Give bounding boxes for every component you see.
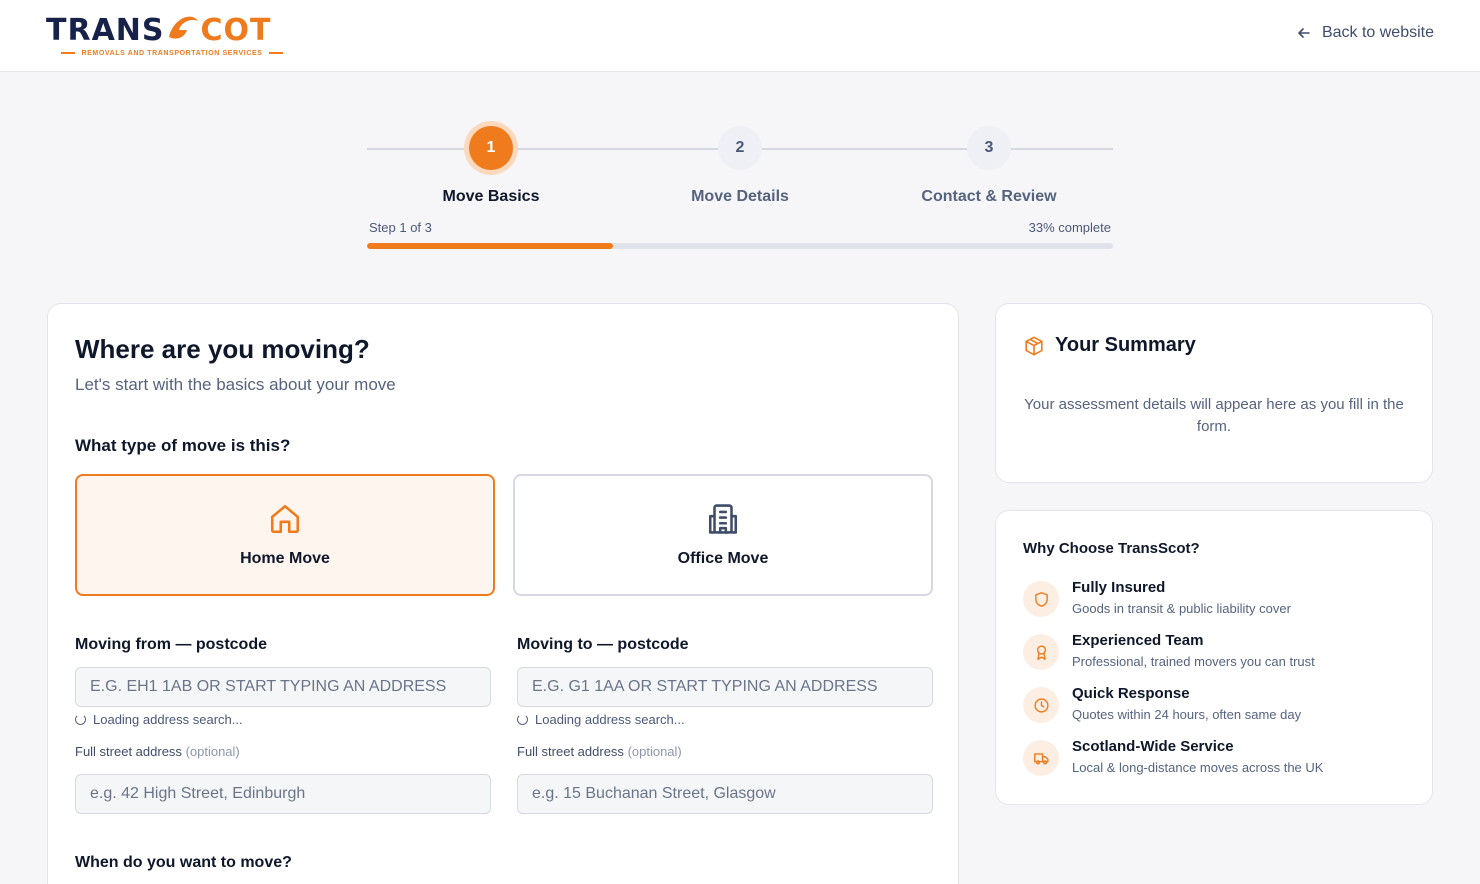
- progress-bar-fill: [367, 243, 614, 249]
- progress-bar: [367, 243, 1113, 249]
- why-item-scotland-wide: Scotland-Wide Service Local & long-dista…: [1023, 738, 1413, 784]
- form-subtitle: Let's start with the basics about your m…: [75, 375, 396, 394]
- step-label: Contact & Review: [921, 188, 1057, 205]
- why-item-fully-insured: Fully Insured Goods in transit & public …: [1023, 579, 1413, 625]
- spinner-icon: [75, 714, 86, 725]
- why-title: Why Choose TransScot?: [1023, 540, 1200, 557]
- step-contact-review[interactable]: 3 Contact & Review: [889, 118, 1089, 206]
- award-icon: [1023, 634, 1059, 670]
- back-link-label: Back to website: [1321, 24, 1434, 41]
- summary-header: Your Summary: [1023, 334, 1196, 357]
- why-item-name: Quick Response: [1072, 685, 1190, 702]
- logo-swoosh-icon: [168, 16, 198, 39]
- step-move-details[interactable]: 2 Move Details: [640, 118, 840, 206]
- move-basics-form-card: Where are you moving? Let's start with t…: [47, 303, 959, 884]
- summary-title: Your Summary: [1055, 334, 1196, 356]
- why-item-desc: Professional, trained movers you can tru…: [1072, 654, 1315, 669]
- why-choose-card: Why Choose TransScot? Fully Insured Good…: [995, 510, 1433, 805]
- step-label: Move Details: [691, 188, 789, 205]
- logo-tagline: REMOVALS AND TRANSPORTATION SERVICES: [52, 50, 292, 57]
- home-move-label: Home Move: [240, 550, 330, 567]
- building-icon: [708, 504, 738, 534]
- summary-card: Your Summary Your assessment details wil…: [995, 303, 1433, 483]
- arrow-left-icon: [1298, 28, 1310, 38]
- move-type-question: What type of move is this?: [75, 436, 291, 455]
- why-item-experienced-team: Experienced Team Professional, trained m…: [1023, 632, 1413, 678]
- to-street-label-text: Full street address: [517, 744, 624, 759]
- to-street-optional: (optional): [627, 744, 682, 759]
- why-item-desc: Local & long-distance moves across the U…: [1072, 760, 1324, 775]
- back-to-website-link[interactable]: Back to website: [1296, 24, 1434, 42]
- from-loading-status: Loading address search...: [75, 712, 243, 727]
- to-loading-status: Loading address search...: [517, 712, 685, 727]
- office-move-option[interactable]: Office Move: [513, 474, 933, 596]
- truck-icon: [1023, 740, 1059, 776]
- percent-complete: 33% complete: [1028, 220, 1111, 235]
- why-item-name: Experienced Team: [1072, 632, 1204, 649]
- step-label: Move Basics: [442, 188, 540, 205]
- clock-icon: [1023, 687, 1059, 723]
- moving-to-street-input[interactable]: [517, 774, 933, 814]
- logo-wordmark: TRANS COT: [46, 13, 272, 48]
- progress-stepper: 1 Move Basics 2 Move Details 3 Contact &…: [367, 118, 1113, 258]
- spinner-icon: [517, 714, 528, 725]
- office-move-label: Office Move: [677, 550, 769, 567]
- moving-from-label: Moving from — postcode: [75, 636, 267, 653]
- to-street-label: Full street address (optional): [517, 744, 682, 759]
- to-loading-text: Loading address search...: [535, 712, 685, 727]
- transscot-logo[interactable]: TRANS COT REMOVALS AND TRANSPORTATION SER…: [46, 12, 296, 60]
- summary-placeholder-text: Your assessment details will appear here…: [1024, 396, 1404, 435]
- form-title: Where are you moving?: [75, 334, 370, 364]
- from-loading-text: Loading address search...: [93, 712, 243, 727]
- home-move-option[interactable]: Home Move: [75, 474, 495, 596]
- moving-from-street-input[interactable]: [75, 774, 491, 814]
- step-counter: Step 1 of 3: [369, 220, 432, 235]
- why-item-quick-response: Quick Response Quotes within 24 hours, o…: [1023, 685, 1413, 731]
- why-item-desc: Quotes within 24 hours, often same day: [1072, 707, 1302, 722]
- move-date-question: When do you want to move?: [75, 854, 292, 871]
- moving-to-postcode-input[interactable]: [517, 667, 933, 707]
- home-icon: [270, 504, 300, 534]
- step-move-basics[interactable]: 1 Move Basics: [391, 118, 591, 206]
- package-icon: [1025, 335, 1043, 356]
- why-item-desc: Goods in transit & public liability cove…: [1072, 601, 1291, 616]
- step-number: 1: [469, 126, 513, 170]
- moving-to-label: Moving to — postcode: [517, 636, 689, 653]
- why-item-name: Scotland-Wide Service: [1072, 738, 1234, 755]
- site-header: TRANS COT REMOVALS AND TRANSPORTATION SER…: [0, 0, 1480, 72]
- moving-from-postcode-input[interactable]: [75, 667, 491, 707]
- from-street-label-text: Full street address: [75, 744, 182, 759]
- shield-icon: [1023, 581, 1059, 617]
- from-street-label: Full street address (optional): [75, 744, 240, 759]
- why-item-name: Fully Insured: [1072, 579, 1166, 596]
- from-street-optional: (optional): [185, 744, 240, 759]
- step-number: 3: [967, 126, 1011, 170]
- step-number: 2: [718, 126, 762, 170]
